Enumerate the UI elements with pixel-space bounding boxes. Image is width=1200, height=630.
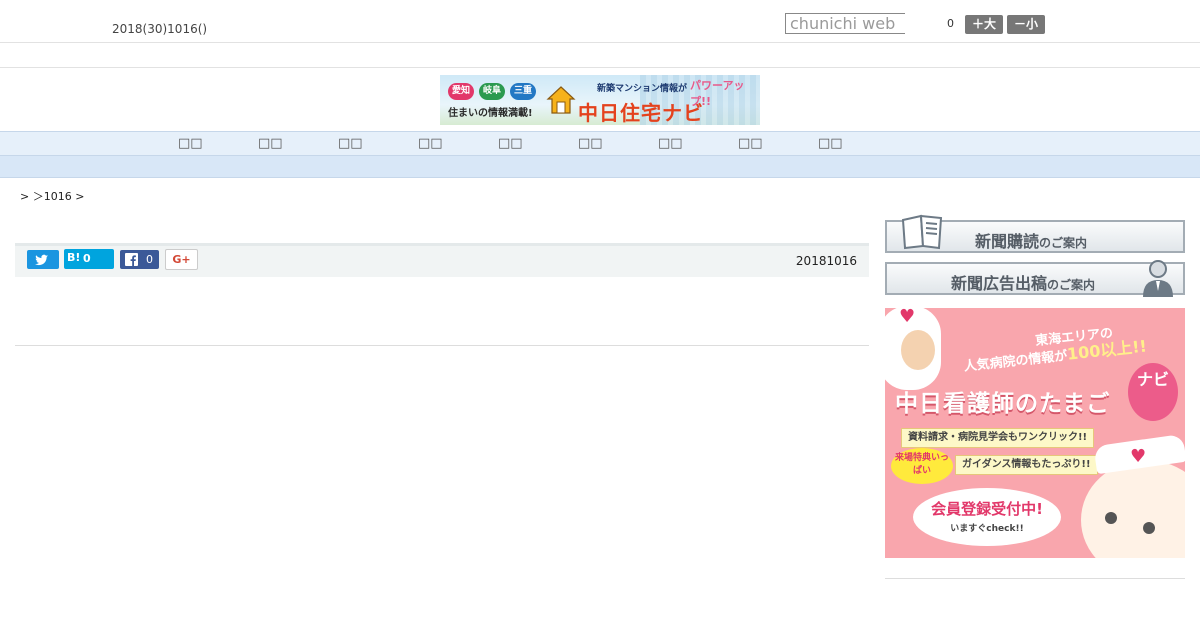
nav-item[interactable]: □□: [818, 136, 843, 151]
nav-item[interactable]: □□: [258, 136, 283, 151]
subscribe-label: 新聞購読: [975, 232, 1040, 251]
facebook-share-button[interactable]: 0: [120, 250, 159, 269]
heart-icon: ♥: [1130, 446, 1147, 467]
region-badge: 三重: [510, 83, 536, 100]
heart-icon: ♥: [899, 308, 916, 327]
banner-tagline: 住まいの情報満載!: [448, 108, 533, 119]
advertise-guide-label: のご案内: [1047, 278, 1096, 292]
nav-item[interactable]: □□: [498, 136, 523, 151]
nav-item[interactable]: □□: [418, 136, 443, 151]
cta-sub-text: いますぐcheck!!: [950, 524, 1024, 534]
twitter-share-button[interactable]: [27, 250, 59, 269]
article-bottom-rule: [15, 345, 869, 346]
facebook-icon: [125, 253, 138, 266]
nav-item[interactable]: □□: [578, 136, 603, 151]
housing-navi-banner[interactable]: 愛知 岐阜 三重 住まいの情報満載! 新築マンション情報が パワーアップ!! 中…: [440, 75, 760, 125]
main-nav: □□ □□ □□ □□ □□ □□ □□ □□ □□: [0, 131, 1200, 156]
top-bar: 2018(30)1016() chunichi web 0 ＋大 －小: [0, 0, 1200, 43]
house-icon: [546, 86, 576, 114]
nurse-banner-title: 中日看護師のたまご: [895, 391, 1111, 417]
nav-item[interactable]: □□: [658, 136, 683, 151]
hatena-icon: B!: [67, 251, 81, 264]
nav-item[interactable]: □□: [738, 136, 763, 151]
advertise-button[interactable]: 新聞広告出稿のご案内: [885, 260, 1185, 297]
nurse-navi-banner[interactable]: ♥ 東海エリアの 人気病院の情報が100以上!! 中日看護師のたまご ナビ 資料…: [885, 308, 1185, 558]
hatena-bookmark-button[interactable]: B! 0: [64, 249, 114, 269]
advertise-label: 新聞広告出稿: [951, 274, 1048, 293]
subscribe-guide-label: のご案内: [1039, 236, 1088, 250]
banner-headline: 新築マンション情報が: [597, 84, 688, 94]
font-size-indicator: 0: [947, 17, 954, 30]
sub-header-band: [0, 43, 1200, 68]
member-registration-cta[interactable]: 会員登録受付中! いますぐcheck!!: [913, 488, 1061, 546]
region-badge: 愛知: [448, 83, 474, 100]
nurse-banner-strip-2: ガイダンス情報もたっぷり!!: [955, 455, 1098, 475]
navi-badge: ナビ: [1128, 363, 1178, 421]
nav-item[interactable]: □□: [338, 136, 363, 151]
newspaper-icon: [901, 214, 943, 250]
font-smaller-button[interactable]: －小: [1007, 15, 1045, 34]
sub-nav: [0, 156, 1200, 178]
twitter-icon: [35, 254, 48, 266]
nav-item[interactable]: □□: [178, 136, 203, 151]
current-date: 2018(30)1016(): [112, 22, 208, 36]
article-date: 20181016: [795, 254, 857, 268]
breadcrumb[interactable]: > ＞1016 >: [20, 188, 84, 204]
hatena-count: 0: [83, 252, 91, 265]
banner-title: 中日住宅ナビ: [578, 101, 704, 125]
facebook-count: 0: [146, 253, 153, 266]
nurse-banner-strip-1: 資料請求・病院見学会もワンクリック!!: [901, 428, 1095, 448]
cta-main-text: 会員登録受付中!: [931, 500, 1043, 518]
google-plus-share-button[interactable]: G+: [165, 249, 198, 270]
share-bar: B! 0 0 G+ 20181016: [15, 246, 869, 277]
search-input[interactable]: chunichi web: [785, 13, 905, 34]
visit-bonus-badge: 来場特典いっぱい: [891, 448, 953, 484]
businessman-icon: [1143, 260, 1173, 297]
font-larger-button[interactable]: ＋大: [965, 15, 1003, 34]
subscribe-button[interactable]: 新聞購読のご案内: [885, 214, 1185, 253]
sidebar-rule: [885, 578, 1185, 579]
region-badge: 岐阜: [479, 83, 505, 100]
